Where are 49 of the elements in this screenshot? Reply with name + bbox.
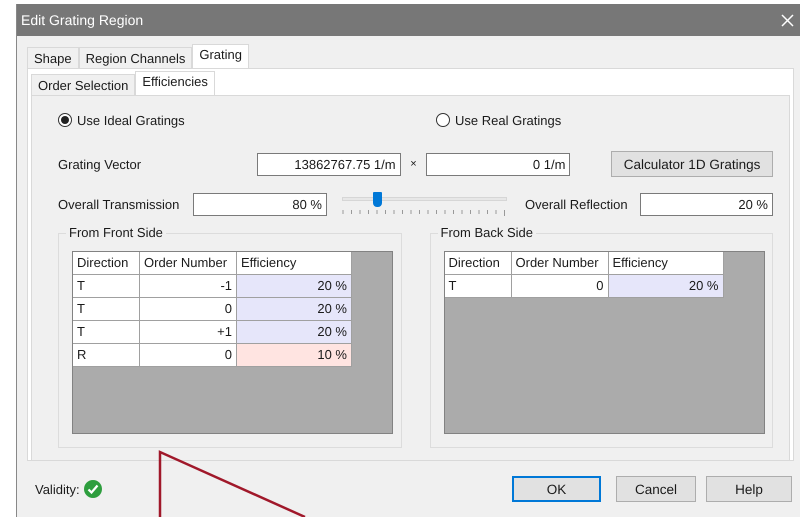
table-cell: T xyxy=(444,275,512,298)
window-title: Edit Grating Region xyxy=(21,12,144,28)
table-cell[interactable]: 20 % xyxy=(237,298,352,321)
radio-label[interactable]: Use Ideal Gratings xyxy=(77,112,185,128)
column-header[interactable]: Direction xyxy=(444,252,512,275)
column-header[interactable]: Direction xyxy=(73,252,140,275)
column-header[interactable]: Order Number xyxy=(512,252,608,275)
times-sign: × xyxy=(409,158,418,170)
validity-label: Validity: xyxy=(35,482,80,496)
field-label: Overall Transmission xyxy=(58,196,180,212)
radio-button[interactable] xyxy=(58,113,72,127)
tab[interactable]: Region Channels xyxy=(78,47,192,68)
table-cell: 0 xyxy=(512,275,608,298)
radio-button[interactable] xyxy=(436,113,450,127)
column-header[interactable]: Order Number xyxy=(140,252,237,275)
input-field[interactable]: 20 % xyxy=(640,192,773,216)
tab[interactable]: Shape xyxy=(27,47,79,68)
input-field[interactable]: 13862767.75 1/m xyxy=(256,152,401,176)
table-cell: T xyxy=(73,321,140,344)
column-header[interactable]: Efficiency xyxy=(608,252,724,275)
field-label: Grating Vector xyxy=(58,156,142,172)
table-cell[interactable]: 20 % xyxy=(237,275,352,298)
group-title: From Front Side xyxy=(66,225,166,240)
group-title: From Back Side xyxy=(438,225,536,240)
table-cell: T xyxy=(73,275,140,298)
dialog-button[interactable]: Help xyxy=(706,476,792,502)
close-icon[interactable] xyxy=(781,14,794,26)
table-cell: R xyxy=(73,344,140,367)
input-field[interactable]: 0 1/m xyxy=(426,152,570,176)
table-cell: 0 xyxy=(140,298,237,321)
table-cell: T xyxy=(73,298,140,321)
tab[interactable]: Order Selection xyxy=(31,74,136,95)
table-cell[interactable]: 20 % xyxy=(608,275,724,298)
calculator-button[interactable]: Calculator 1D Gratings xyxy=(611,151,773,177)
input-field[interactable]: 80 % xyxy=(193,192,327,216)
dialog-button[interactable]: Cancel xyxy=(616,476,696,502)
tab[interactable]: Efficiencies xyxy=(135,71,215,95)
table-cell: -1 xyxy=(140,275,237,298)
tab[interactable]: Grating xyxy=(192,44,249,68)
dialog-button[interactable]: OK xyxy=(512,476,601,502)
field-label: Overall Reflection xyxy=(525,196,629,212)
slider[interactable] xyxy=(342,192,507,216)
slider-thumb[interactable] xyxy=(373,192,382,207)
column-header[interactable]: Efficiency xyxy=(237,252,352,275)
table-cell[interactable]: 20 % xyxy=(237,321,352,344)
table-cell[interactable]: 10 % xyxy=(237,344,352,367)
radio-label[interactable]: Use Real Gratings xyxy=(455,112,562,128)
table-cell: 0 xyxy=(140,344,237,367)
table-cell: +1 xyxy=(140,321,237,344)
